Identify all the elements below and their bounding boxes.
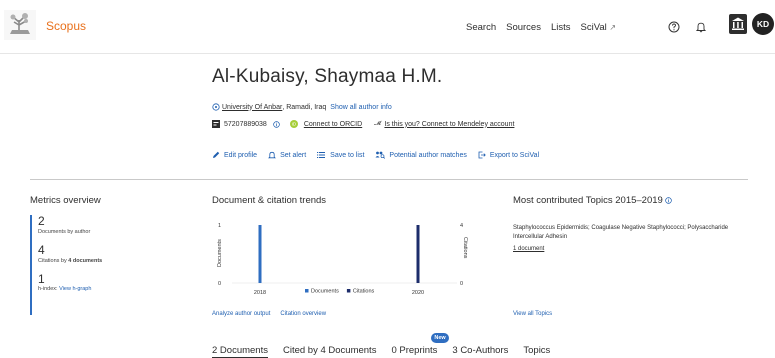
institution-icon[interactable] [729, 14, 747, 34]
author-id: 57207889038 [224, 120, 267, 128]
elsevier-logo[interactable] [4, 10, 36, 40]
bell-alert-icon [268, 151, 277, 159]
id-card-icon [212, 120, 220, 128]
export-icon [478, 151, 486, 159]
edit-profile-label: Edit profile [224, 151, 258, 159]
tab-cited-by[interactable]: Cited by 4 Documents [283, 345, 376, 356]
top-header: Scopus Search Sources Lists SciVal ↗ KD [0, 0, 775, 54]
nav-sources[interactable]: Sources [506, 22, 541, 33]
affiliation-row: University Of Anbar , Ramadi, Iraq Show … [212, 103, 392, 111]
metrics-overview-title: Metrics overview [30, 195, 101, 206]
set-alert-button[interactable]: Set alert [268, 151, 306, 159]
citations-label-prefix: Citations by [38, 258, 67, 264]
topic-document-count-link[interactable]: 1 document [513, 246, 544, 252]
trends-title: Document & citation trends [212, 195, 327, 206]
view-h-graph-link[interactable]: View h-graph [59, 286, 91, 292]
scopus-brand[interactable]: Scopus [46, 19, 86, 33]
legend-label: Citations [353, 289, 375, 295]
x-axis-tick: 2018 [254, 290, 266, 296]
topics-info-icon[interactable] [665, 197, 673, 204]
tab-documents[interactable]: 2 Documents [212, 345, 268, 358]
main-nav: Search Sources Lists SciVal ↗ [466, 22, 616, 33]
profile-tabs: 2 Documents Cited by 4 Documents 0 Prepr… [212, 345, 565, 358]
nav-scival[interactable]: SciVal ↗ [581, 22, 617, 33]
legend-swatch [305, 289, 309, 293]
identifiers-row: 57207889038 iD Connect to ORCID 𝓜 Is thi… [212, 120, 514, 128]
x-axis-tick: 2020 [412, 290, 424, 296]
nav-scival-label: SciVal [580, 22, 607, 33]
right-axis-label: Citations [462, 237, 468, 259]
citation-overview-link[interactable]: Citation overview [280, 311, 326, 317]
orcid-icon: iD [289, 120, 298, 128]
trends-chart-svg: 1 0 4 0 Documents Citations 2018 2020 Documents C… [217, 223, 468, 296]
h-index-value: 1 [38, 272, 45, 286]
affiliation-location: , Ramadi, Iraq [282, 103, 327, 111]
author-actions: Edit profile Set alert Save to list Pote… [212, 151, 550, 159]
export-to-scival-button[interactable]: Export to SciVal [478, 151, 539, 159]
nav-search[interactable]: Search [466, 22, 496, 33]
right-axis-tick: 0 [460, 281, 463, 287]
mendeley-link-label: Connect to Mendeley account [421, 120, 515, 128]
metrics-panel: 2 Documents by author 4 Citations by 4 d… [30, 215, 180, 315]
legend-swatch [346, 289, 351, 293]
left-axis-label: Documents [217, 239, 223, 267]
tab-preprints[interactable]: 0 Preprints [391, 345, 437, 356]
help-icon[interactable] [665, 18, 683, 36]
topics-title: Most contributed Topics 2015–2019 [513, 195, 673, 206]
save-to-list-label: Save to list [330, 151, 365, 159]
view-all-topics-link[interactable]: View all Topics [513, 311, 552, 317]
bar-citations [416, 225, 420, 283]
potential-author-matches-button[interactable]: Potential author matches [375, 151, 467, 159]
user-avatar[interactable]: KD [752, 13, 774, 35]
tab-co-authors[interactable]: 3 Co-Authors [452, 345, 508, 356]
trends-chart: 1 0 4 0 Documents Citations 2018 2020 Documents C… [212, 215, 480, 305]
right-axis-tick: 4 [460, 223, 463, 229]
h-index-label: h-index: [38, 286, 58, 292]
info-icon[interactable] [273, 120, 280, 128]
left-axis-tick: 1 [218, 223, 221, 229]
citations-count[interactable]: 4 [38, 244, 180, 257]
mendeley-icon: 𝓜 [374, 120, 381, 127]
connect-orcid-link[interactable]: Connect to ORCID [304, 121, 362, 128]
nav-lists[interactable]: Lists [551, 22, 571, 33]
topic-name[interactable]: Staphylococcus Epidermidis; Coagulase Ne… [513, 224, 743, 242]
save-to-list-button[interactable]: Save to list [317, 151, 364, 159]
h-index-row: h-index: View h-graph [38, 286, 180, 292]
list-icon [317, 152, 326, 158]
show-all-author-info-link[interactable]: Show all author info [330, 104, 391, 111]
citations-count-label: Citations by 4 documents [38, 257, 180, 265]
pencil-icon [213, 151, 220, 158]
affiliation-link[interactable]: University Of Anbar [222, 104, 282, 111]
people-search-icon [375, 151, 386, 159]
edit-profile-button[interactable]: Edit profile [212, 151, 257, 159]
legend-label: Documents [311, 289, 339, 295]
tab-topics[interactable]: Topics [523, 345, 550, 356]
left-axis-tick: 0 [218, 281, 221, 287]
analyze-author-output-link[interactable]: Analyze author output [212, 311, 270, 317]
bar-documents [258, 225, 262, 283]
topics-title-text: Most contributed Topics 2015–2019 [513, 195, 663, 206]
documents-count-label: Documents by author [38, 229, 91, 235]
bell-icon[interactable] [692, 18, 710, 36]
potential-author-matches-label: Potential author matches [389, 151, 467, 159]
new-badge: New [431, 333, 449, 343]
citations-label-docs: 4 documents [68, 258, 103, 264]
documents-count[interactable]: 2 [38, 215, 180, 228]
section-divider [30, 179, 748, 180]
svg-text:iD: iD [292, 122, 297, 127]
export-to-scival-label: Export to SciVal [489, 151, 540, 159]
chart-links: Analyze author output Citation overview [212, 311, 326, 317]
mendeley-connect-link[interactable]: Is this you? Connect to Mendeley account [384, 121, 514, 128]
external-link-icon: ↗ [609, 23, 617, 32]
location-icon [212, 103, 220, 111]
mendeley-prefix: Is this you? [384, 120, 420, 128]
set-alert-label: Set alert [280, 151, 307, 159]
author-name: Al-Kubaisy, Shaymaa H.M. [212, 66, 443, 87]
